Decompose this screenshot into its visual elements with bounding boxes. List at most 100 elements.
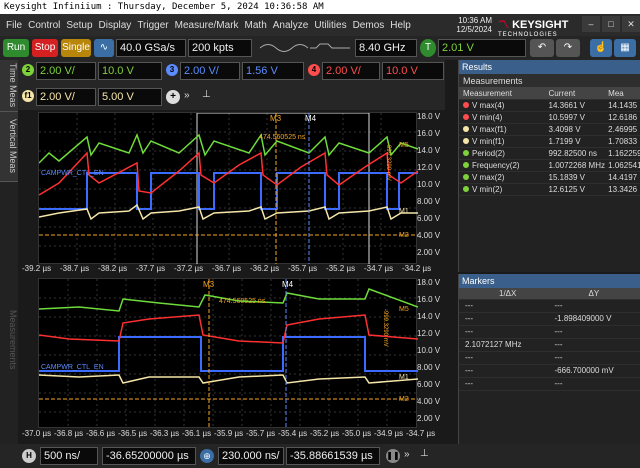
ytick: 4.00 V [417,397,441,406]
channel-2-scale[interactable]: 2.00 V/ [36,62,96,80]
touch-icon[interactable]: ☝ [590,39,612,57]
zoom-icon[interactable]: ⊕ [200,449,214,463]
trigger-level-field[interactable]: 2.01 V [438,39,526,57]
marker-row[interactable]: --- --- [459,300,640,313]
marker-row[interactable]: --- --- [459,352,640,365]
result-row[interactable]: V max(2) 15.1839 V 14.4197 [459,172,640,184]
xtick: -36.1 µs [182,429,212,438]
menu-utilities[interactable]: Utilities [314,20,346,31]
menu-file[interactable]: File [6,20,22,31]
menu-measure-mark[interactable]: Measure/Mark [175,20,239,31]
channel-2-icon[interactable]: 2 [22,64,34,76]
menu-display[interactable]: Display [99,20,132,31]
col-current: Current [548,89,576,98]
horizontal-icon[interactable]: H [22,449,36,463]
tab-time-meas[interactable]: Time Meas [0,60,18,112]
menu-trigger[interactable]: Trigger [137,20,168,31]
result-row[interactable]: V max(f1) 3.4098 V 2.46995 [459,124,640,136]
function-f1-icon[interactable]: f1 [22,90,34,102]
result-name: V max(2) [459,172,549,183]
marker-inverse-dx: --- [465,379,473,388]
marker-dy: --- [554,353,563,362]
results-title: Results [459,60,640,74]
tab-measurements[interactable]: Measurements [0,280,18,400]
menu-analyze[interactable]: Analyze [273,20,309,31]
zoom-scale-field[interactable]: 230.000 ns/ [218,447,284,465]
marker-row[interactable]: --- --- [459,326,640,339]
channel-4-icon[interactable]: 4 [308,64,320,76]
marker-m1-label: M1 [399,208,409,215]
ytick: 14.0 V [417,312,441,321]
results-panel: Results Measurements Measurement Current… [458,60,640,272]
autoscale-icon[interactable]: ∿ [94,39,114,57]
zoom-marker-m5-label: M5 [399,306,409,313]
result-mean: 12.6186 [608,113,638,122]
tab-vertical-meas[interactable]: Vertical Meas [0,112,18,182]
menu-demos[interactable]: Demos [353,20,385,31]
waveform-plot-zoom[interactable]: M3 M4 474.560525 ns M5 M1 M2 CAMPWR_CTL_… [38,278,419,429]
xtick: -35.2 µs [310,429,340,438]
y-axis-zoom: 18.0 V 16.0 V 14.0 V 12.0 V 10.0 V 8.00 … [417,278,447,428]
result-label: V min(2) [472,185,503,194]
marker-row[interactable]: --- -1.898409000 V [459,313,640,326]
result-row[interactable]: Period(2) 992.82500 ns 1.162259 [459,148,640,160]
xtick: -36.3 µs [150,429,180,438]
function-f1-scale[interactable]: 2.00 V/ [36,88,96,106]
channel-3-icon[interactable]: 3 [166,64,178,76]
menu-help[interactable]: Help [390,20,411,31]
tab-measurements-results[interactable]: Measurements [459,74,640,88]
xtick: -38.7 µs [60,264,90,273]
clock: 10:36 AM 12/5/2024 [452,16,492,34]
single-button[interactable]: Single [61,39,91,57]
x-axis-zoom: -37.0 µs -36.8 µs -36.6 µs -36.5 µs -36.… [18,429,445,443]
run-button[interactable]: Run [3,39,29,57]
redo-icon[interactable]: ↷ [556,39,580,57]
marker-row[interactable]: 2.1072127 MHz --- [459,339,640,352]
trigger-icon[interactable]: T [420,39,436,57]
channel-4-offset[interactable]: 10.0 V [382,62,444,80]
sample-rate-field[interactable]: 40.0 GSa/s [116,39,186,57]
close-icon[interactable]: ✕ [622,16,640,32]
pin-icon[interactable]: ⊥ [420,448,429,459]
result-name: V min(f1) [459,136,549,147]
menu-setup[interactable]: Setup [66,20,92,31]
horizontal-position-field[interactable]: -36.65200000 µs [102,447,196,465]
marker-inverse-dx: --- [465,366,473,375]
channel-4-scale[interactable]: 2.00 V/ [322,62,380,80]
xtick: -37.2 µs [174,264,204,273]
channel-3-offset[interactable]: 1.56 V [242,62,304,80]
xtick: -35.7 µs [288,264,318,273]
chevron-right-icon[interactable]: » [404,449,410,460]
stop-button[interactable]: Stop [32,39,58,57]
bandwidth-field[interactable]: 8.40 GHz [355,39,417,57]
markers-panel: Markers 1/ΔX ΔY --- --- --- -1.898409000 V-… [458,274,640,444]
pause-icon[interactable]: ❚❚ [386,449,400,463]
result-row[interactable]: V min(2) 12.6125 V 13.3426 [459,184,640,196]
horizontal-controls: H 500 ns/ -36.65200000 µs ⊕ 230.000 ns/ … [0,444,640,468]
layout-icon[interactable]: ▦ [614,39,636,57]
maximize-icon[interactable]: □ [602,16,620,32]
function-f1-offset[interactable]: 5.00 V [98,88,162,106]
pin-icon[interactable]: ⊥ [202,89,211,100]
zoom-position-field[interactable]: -35.88661539 µs [286,447,380,465]
chevron-right-icon[interactable]: » [184,90,190,101]
channel-3-scale[interactable]: 2.00 V/ [180,62,240,80]
menu-math[interactable]: Math [245,20,267,31]
ytick: 2.00 V [417,414,441,423]
undo-icon[interactable]: ↶ [530,39,554,57]
menu-control[interactable]: Control [28,20,60,31]
result-row[interactable]: V min(f1) 1.7199 V 1.70833 [459,136,640,148]
result-row[interactable]: V min(4) 10.5997 V 12.6186 [459,112,640,124]
result-current: 15.1839 V [548,173,585,182]
channel-2-offset[interactable]: 10.0 V [98,62,162,80]
xtick: -34.7 µs [406,429,436,438]
waveform-plot-top[interactable]: M3 M4 474.560525 ns M5 M1 M2 CAMPWR_CTL_… [38,112,419,266]
result-row[interactable]: Frequency(2) 1.0072268 MHz 1.062541 [459,160,640,172]
minimize-icon[interactable]: – [582,16,600,32]
marker-row[interactable]: --- --- [459,378,640,391]
add-channel-icon[interactable]: + [166,90,180,104]
marker-row[interactable]: --- -666.700000 mV [459,365,640,378]
horizontal-scale-field[interactable]: 500 ns/ [40,447,98,465]
memory-depth-field[interactable]: 200 kpts [188,39,252,57]
result-row[interactable]: V max(4) 14.3661 V 14.1435 [459,100,640,112]
